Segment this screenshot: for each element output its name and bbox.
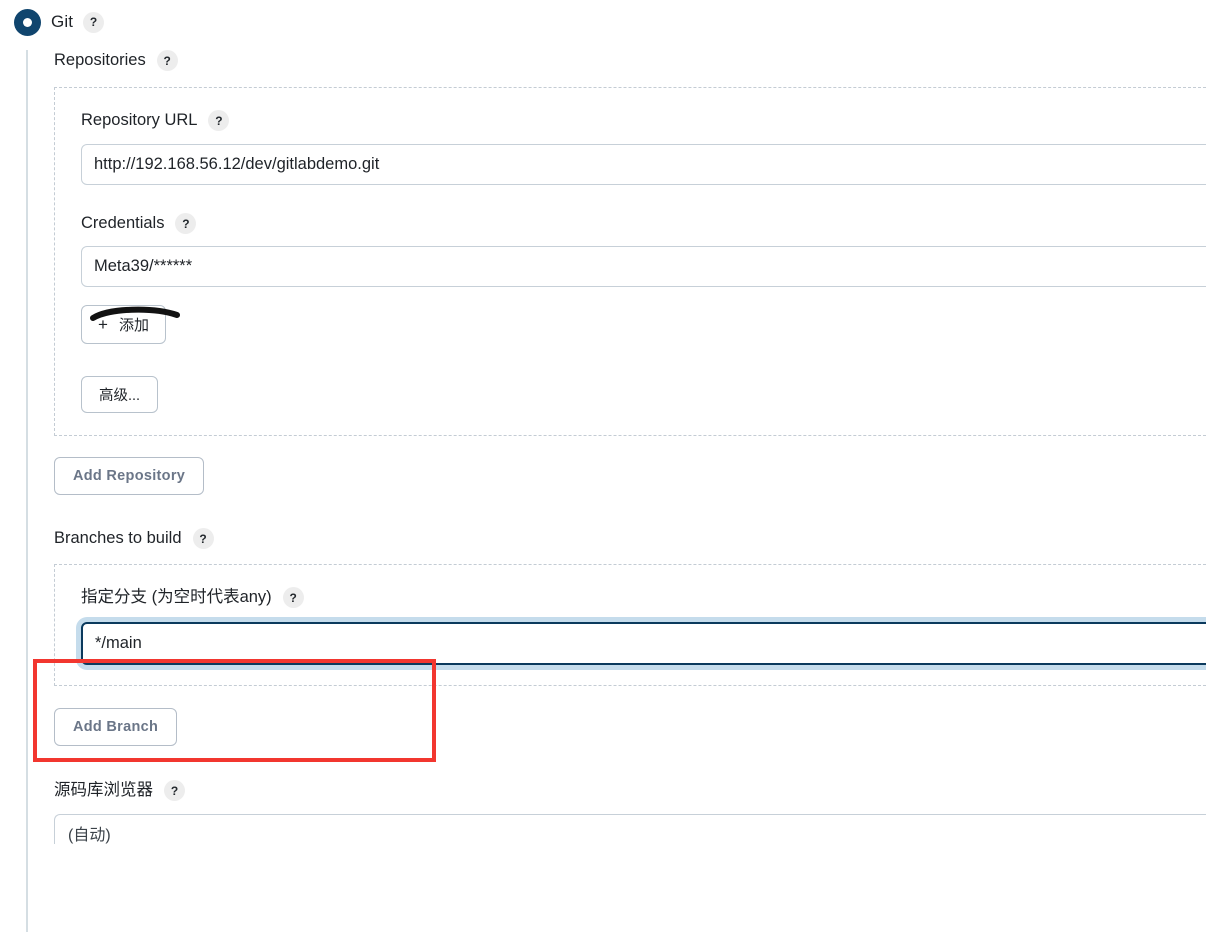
branch-specifier-input[interactable]: */main — [81, 622, 1206, 665]
advanced-button-wrapper: 高级... — [81, 376, 1206, 413]
help-icon[interactable]: ? — [282, 587, 304, 608]
add-credentials-wrapper: + 添加 — [81, 305, 180, 344]
repository-browser-select[interactable]: (自动) — [54, 814, 1206, 844]
git-radio-label: Git — [51, 12, 74, 31]
credentials-field: Credentials ? Meta39/****** — [81, 213, 1206, 287]
credentials-select[interactable]: Meta39/****** — [81, 246, 1206, 287]
add-repository-wrapper: Add Repository — [54, 457, 1206, 495]
credentials-label-text: Credentials — [81, 214, 165, 233]
branch-entry-box: 指定分支 (为空时代表any) ? */main — [54, 564, 1206, 686]
scm-git-option-row[interactable]: Git ? — [0, 0, 105, 44]
git-scm-inner: Repositories ? Repository URL ? http://1… — [28, 50, 1206, 844]
git-radio-button[interactable] — [14, 8, 41, 36]
branches-section-label: Branches to build ? — [54, 528, 1206, 549]
help-icon[interactable]: ? — [192, 528, 214, 549]
help-icon[interactable]: ? — [156, 50, 178, 71]
help-icon[interactable]: ? — [208, 110, 230, 131]
add-repository-button[interactable]: Add Repository — [54, 457, 205, 495]
plus-icon: + — [98, 315, 108, 334]
help-icon[interactable]: ? — [83, 11, 105, 33]
repository-url-label-text: Repository URL — [81, 111, 198, 130]
credentials-label: Credentials ? — [81, 213, 1206, 234]
help-icon[interactable]: ? — [175, 213, 197, 234]
repositories-section-label: Repositories ? — [54, 50, 1206, 71]
advanced-button[interactable]: 高级... — [81, 376, 159, 413]
help-icon[interactable]: ? — [164, 780, 185, 801]
repositories-label-text: Repositories — [54, 51, 146, 70]
branch-specifier-label: 指定分支 (为空时代表any) ? — [81, 587, 1206, 608]
branches-label-text: Branches to build — [54, 529, 182, 548]
branch-specifier-label-text: 指定分支 (为空时代表any) — [81, 588, 272, 607]
repository-browser-label-text: 源码库浏览器 — [54, 781, 153, 800]
add-credentials-label: 添加 — [118, 317, 149, 334]
repository-url-input[interactable]: http://192.168.56.12/dev/gitlabdemo.git — [81, 144, 1206, 185]
add-branch-button[interactable]: Add Branch — [54, 708, 178, 746]
add-credentials-button[interactable]: + 添加 — [81, 305, 166, 344]
git-scm-body: Repositories ? Repository URL ? http://1… — [26, 50, 1206, 932]
repository-entry-box: Repository URL ? http://192.168.56.12/de… — [54, 87, 1206, 436]
repository-browser-label: 源码库浏览器 ? — [54, 780, 1206, 801]
repository-url-label: Repository URL ? — [81, 110, 1206, 131]
add-branch-wrapper: Add Branch — [54, 708, 1206, 746]
